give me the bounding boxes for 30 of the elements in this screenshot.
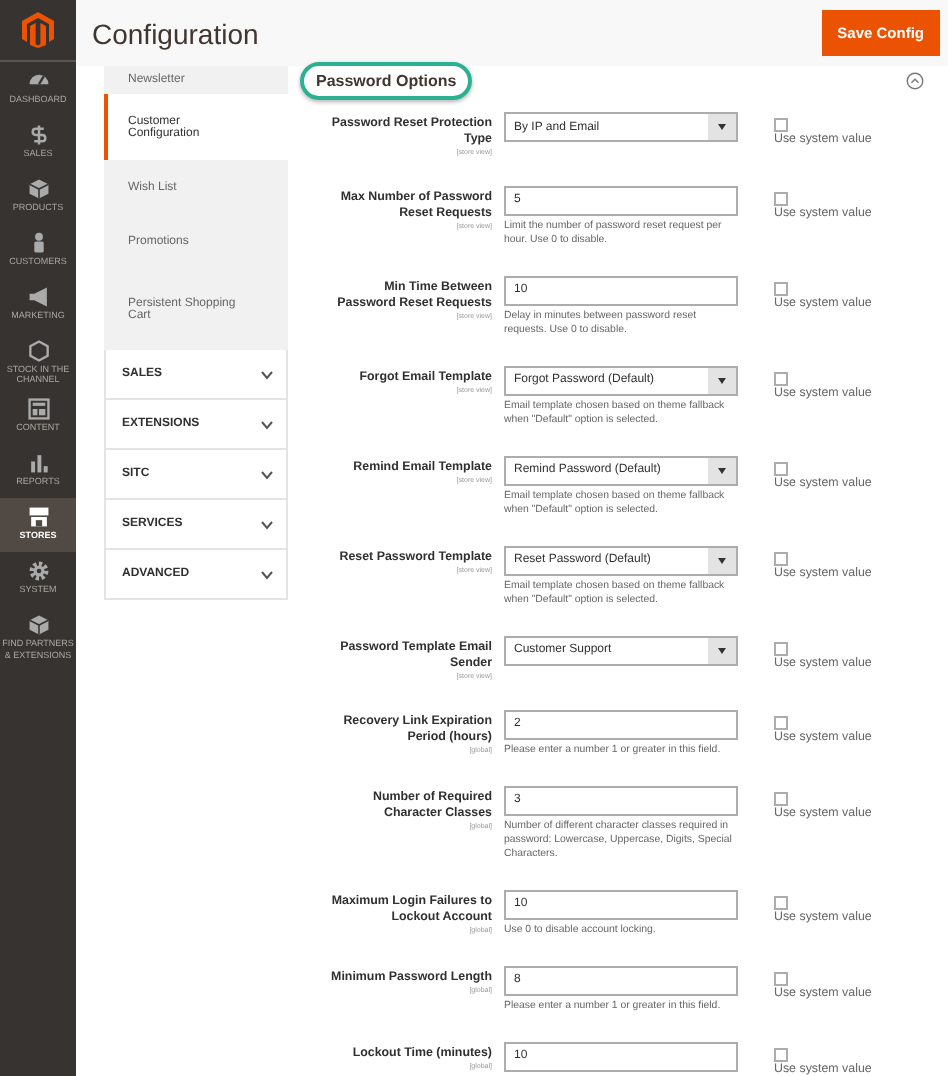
fieldset-title[interactable]: Password Options	[300, 61, 473, 99]
dollar-icon	[27, 124, 49, 146]
checkbox[interactable]	[774, 118, 788, 132]
checkbox[interactable]	[774, 715, 788, 729]
checkbox[interactable]	[774, 371, 788, 386]
checkbox[interactable]	[774, 551, 788, 566]
logo-icon[interactable]	[22, 12, 54, 48]
checkbox[interactable]	[774, 641, 788, 656]
bar-chart-icon	[27, 452, 49, 475]
checkbox[interactable]	[774, 1047, 788, 1062]
checkbox[interactable]	[774, 461, 788, 476]
collapse-icon[interactable]	[906, 71, 924, 89]
page-title: Configuration	[92, 17, 259, 49]
cube-icon	[27, 614, 49, 637]
caret-icon	[718, 467, 726, 474]
hexagon-icon	[27, 340, 49, 362]
megaphone-icon	[27, 286, 49, 308]
gear-icon	[27, 560, 49, 583]
checkbox[interactable]	[774, 281, 788, 296]
box-icon	[27, 178, 49, 200]
caret-icon	[718, 124, 726, 130]
caret-icon	[718, 557, 726, 564]
store-icon	[27, 506, 49, 529]
checkbox[interactable]	[774, 191, 788, 206]
caret-icon	[718, 377, 726, 384]
caret-icon	[718, 647, 726, 654]
checkbox[interactable]	[774, 895, 788, 910]
layout-icon	[27, 398, 49, 421]
checkbox[interactable]	[774, 791, 788, 806]
checkbox[interactable]	[774, 971, 788, 986]
